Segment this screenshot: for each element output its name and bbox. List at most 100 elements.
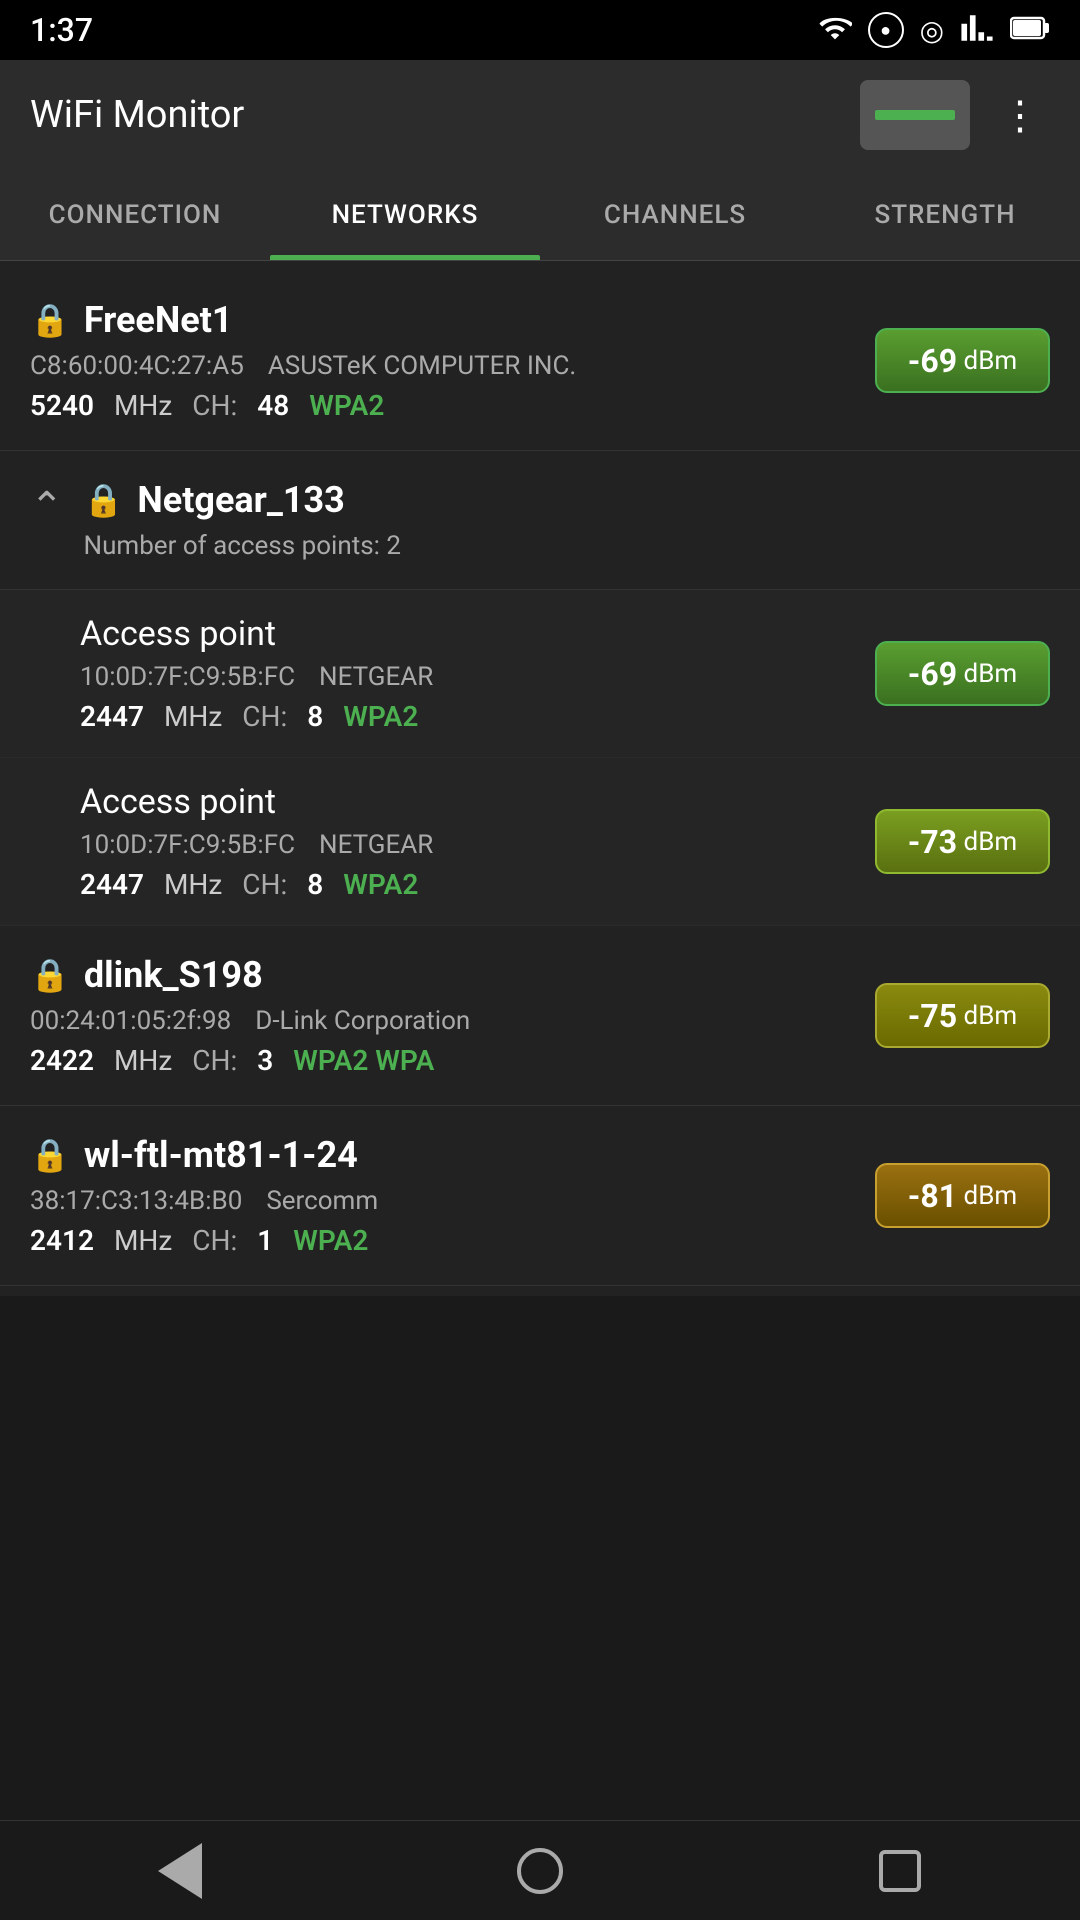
network-freenet1-channel: 48 bbox=[257, 389, 289, 422]
battery-icon bbox=[1010, 14, 1050, 46]
network-netgear133-info: 🔒 Netgear_133 Number of access points: 2 bbox=[84, 479, 1050, 561]
network-dlinks198-ch-label: CH: bbox=[192, 1044, 237, 1077]
ap2-mac: 10:0D:7F:C9:5B:FC bbox=[80, 830, 295, 860]
network-freenet1-freq: 5240 bbox=[30, 389, 94, 422]
network-dlinks198-mac: 00:24:01:05:2f:98 bbox=[30, 1006, 231, 1036]
back-icon bbox=[158, 1843, 202, 1899]
expand-icon-netgear133: ⌃ bbox=[30, 483, 64, 530]
ap2-security: WPA2 bbox=[343, 868, 418, 901]
network-list: 🔒 FreeNet1 C8:60:00:4C:27:A5 ASUSTeK COM… bbox=[0, 261, 1080, 1296]
network-freenet1-freq-unit: MHz bbox=[114, 389, 172, 422]
network-group-netgear133[interactable]: ⌃ 🔒 Netgear_133 Number of access points:… bbox=[0, 451, 1080, 590]
ap2-meta: 10:0D:7F:C9:5B:FC NETGEAR bbox=[80, 830, 855, 860]
ap2-signal-num: -73 bbox=[908, 823, 957, 861]
ap1-name: Access point bbox=[80, 614, 855, 654]
bottom-nav bbox=[0, 1820, 1080, 1920]
tab-connection[interactable]: CONNECTION bbox=[0, 170, 270, 260]
ap1-signal-unit: dBm bbox=[957, 659, 1017, 689]
app-bar: WiFi Monitor ⋮ bbox=[0, 60, 1080, 170]
network-wlftl-mac: 38:17:C3:13:4B:B0 bbox=[30, 1186, 242, 1216]
more-options-button[interactable]: ⋮ bbox=[990, 82, 1050, 149]
ap2-name: Access point bbox=[80, 782, 855, 822]
ap1-info: Access point 10:0D:7F:C9:5B:FC NETGEAR 2… bbox=[80, 614, 855, 733]
network-dlinks198-security: WPA2 WPA bbox=[293, 1044, 434, 1077]
network-wlftl-name: wl-ftl-mt81-1-24 bbox=[84, 1134, 358, 1176]
ap2-info: Access point 10:0D:7F:C9:5B:FC NETGEAR 2… bbox=[80, 782, 855, 901]
network-netgear133-name-row: 🔒 Netgear_133 bbox=[84, 479, 1050, 521]
ap1-vendor: NETGEAR bbox=[319, 662, 433, 692]
recent-apps-button[interactable] bbox=[860, 1831, 940, 1911]
network-dlinks198-freq-unit: MHz bbox=[114, 1044, 172, 1077]
network-dlinks198-signal-unit: dBm bbox=[957, 1001, 1017, 1031]
network-wlftl-signal-num: -81 bbox=[908, 1177, 957, 1215]
ap1-details: 2447 MHz CH: 8 WPA2 bbox=[80, 700, 855, 733]
network-freenet1-signal-badge: -69 dBm bbox=[875, 328, 1050, 393]
home-icon bbox=[517, 1848, 563, 1894]
network-wlftl-channel: 1 bbox=[257, 1224, 273, 1257]
ap2-details: 2447 MHz CH: 8 WPA2 bbox=[80, 868, 855, 901]
tab-bar: CONNECTION NETWORKS CHANNELS STRENGTH bbox=[0, 170, 1080, 261]
tab-channels[interactable]: CHANNELS bbox=[540, 170, 810, 260]
status-icons: ● ◎ bbox=[818, 11, 1050, 49]
status-time: 1:37 bbox=[30, 11, 93, 49]
network-wlftl-details: 2412 MHz CH: 1 WPA2 bbox=[30, 1224, 855, 1257]
network-freenet1-security: WPA2 bbox=[309, 389, 384, 422]
status-bar: 1:37 ● ◎ bbox=[0, 0, 1080, 60]
network-item-freenet1[interactable]: 🔒 FreeNet1 C8:60:00:4C:27:A5 ASUSTeK COM… bbox=[0, 271, 1080, 451]
network-wlftl-vendor: Sercomm bbox=[266, 1186, 378, 1216]
access-point-2[interactable]: Access point 10:0D:7F:C9:5B:FC NETGEAR 2… bbox=[0, 758, 1080, 926]
network-dlinks198-details: 2422 MHz CH: 3 WPA2 WPA bbox=[30, 1044, 855, 1077]
network-wlftl-info: 🔒 wl-ftl-mt81-1-24 38:17:C3:13:4B:B0 Ser… bbox=[30, 1134, 855, 1257]
ap1-ch-label: CH: bbox=[242, 700, 287, 733]
screenshot-button-inner bbox=[875, 110, 955, 120]
network-dlinks198-info: 🔒 dlink_S198 00:24:01:05:2f:98 D-Link Co… bbox=[30, 954, 855, 1077]
network-wlftl-meta: 38:17:C3:13:4B:B0 Sercomm bbox=[30, 1186, 855, 1216]
ap1-channel: 8 bbox=[307, 700, 323, 733]
network-dlinks198-name: dlink_S198 bbox=[84, 954, 263, 996]
ap1-freq-unit: MHz bbox=[164, 700, 222, 733]
ap1-mac: 10:0D:7F:C9:5B:FC bbox=[80, 662, 295, 692]
back-button[interactable] bbox=[140, 1831, 220, 1911]
ap2-signal-unit: dBm bbox=[957, 827, 1017, 857]
network-freenet1-meta: C8:60:00:4C:27:A5 ASUSTeK COMPUTER INC. bbox=[30, 351, 855, 381]
wifi-status-icon bbox=[818, 11, 852, 49]
network-freenet1-ch-label: CH: bbox=[192, 389, 237, 422]
network-wlftl-freq: 2412 bbox=[30, 1224, 94, 1257]
ap1-signal-badge: -69 dBm bbox=[875, 641, 1050, 706]
network-item-dlinks198[interactable]: 🔒 dlink_S198 00:24:01:05:2f:98 D-Link Co… bbox=[0, 926, 1080, 1106]
tab-strength[interactable]: STRENGTH bbox=[810, 170, 1080, 260]
recent-apps-icon bbox=[879, 1850, 921, 1892]
network-dlinks198-meta: 00:24:01:05:2f:98 D-Link Corporation bbox=[30, 1006, 855, 1036]
ap1-meta: 10:0D:7F:C9:5B:FC NETGEAR bbox=[80, 662, 855, 692]
app-icon-1: ● bbox=[868, 12, 904, 48]
network-dlinks198-signal-num: -75 bbox=[908, 997, 957, 1035]
network-freenet1-details: 5240 MHz CH: 48 WPA2 bbox=[30, 389, 855, 422]
ap2-vendor: NETGEAR bbox=[319, 830, 433, 860]
network-wlftl-security: WPA2 bbox=[293, 1224, 368, 1257]
app-title: WiFi Monitor bbox=[30, 93, 244, 137]
ap2-channel: 8 bbox=[307, 868, 323, 901]
network-wlftl-name-row: 🔒 wl-ftl-mt81-1-24 bbox=[30, 1134, 855, 1176]
access-point-1[interactable]: Access point 10:0D:7F:C9:5B:FC NETGEAR 2… bbox=[0, 590, 1080, 758]
lock-icon-netgear133: 🔒 bbox=[84, 481, 124, 519]
network-netgear133-ap-count: Number of access points: 2 bbox=[84, 531, 1050, 561]
tab-networks[interactable]: NETWORKS bbox=[270, 170, 540, 260]
cell-signal-icon bbox=[960, 11, 994, 49]
ap1-freq: 2447 bbox=[80, 700, 144, 733]
network-freenet1-mac: C8:60:00:4C:27:A5 bbox=[30, 351, 244, 381]
home-button[interactable] bbox=[500, 1831, 580, 1911]
network-freenet1-name: FreeNet1 bbox=[84, 299, 233, 341]
network-freenet1-name-row: 🔒 FreeNet1 bbox=[30, 299, 855, 341]
lock-icon-freenet1: 🔒 bbox=[30, 301, 70, 339]
network-dlinks198-signal-badge: -75 dBm bbox=[875, 983, 1050, 1048]
ap2-ch-label: CH: bbox=[242, 868, 287, 901]
ap2-freq-unit: MHz bbox=[164, 868, 222, 901]
network-dlinks198-freq: 2422 bbox=[30, 1044, 94, 1077]
ap1-security: WPA2 bbox=[343, 700, 418, 733]
network-freenet1-signal-num: -69 bbox=[908, 342, 957, 380]
screenshot-button[interactable] bbox=[860, 80, 970, 150]
network-wlftl-signal-unit: dBm bbox=[957, 1181, 1017, 1211]
network-freenet1-signal-unit: dBm bbox=[957, 346, 1017, 376]
network-item-wlftl[interactable]: 🔒 wl-ftl-mt81-1-24 38:17:C3:13:4B:B0 Ser… bbox=[0, 1106, 1080, 1286]
network-wlftl-signal-badge: -81 dBm bbox=[875, 1163, 1050, 1228]
